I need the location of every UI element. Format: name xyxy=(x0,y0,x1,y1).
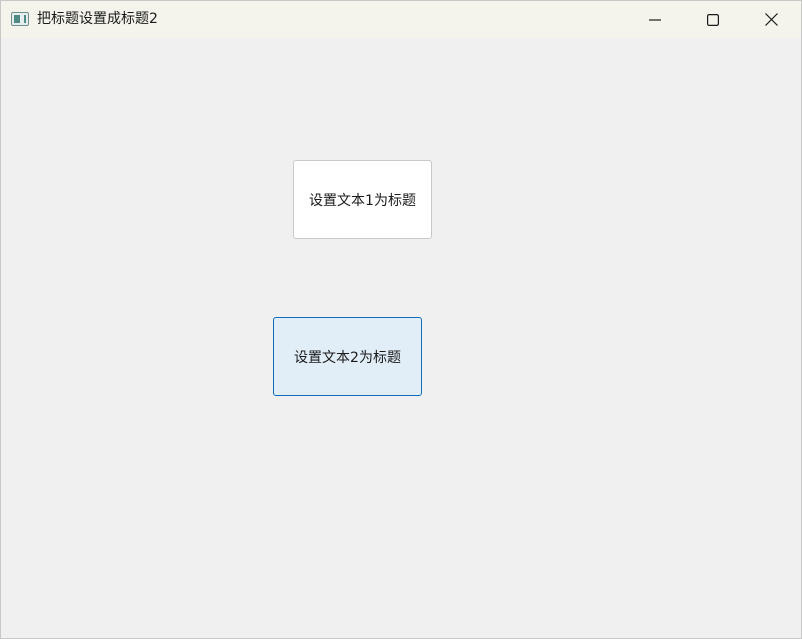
close-icon xyxy=(764,13,778,26)
app-window: 把标题设置成标题2 设置文本1为标题 设置文本2为标题 xyxy=(0,0,802,639)
maximize-button[interactable] xyxy=(684,1,742,38)
set-text1-title-button[interactable]: 设置文本1为标题 xyxy=(293,160,432,239)
title-bar[interactable]: 把标题设置成标题2 xyxy=(1,1,801,38)
maximize-icon xyxy=(707,13,719,26)
close-button[interactable] xyxy=(742,1,800,38)
app-icon xyxy=(11,12,29,26)
window-title: 把标题设置成标题2 xyxy=(37,11,158,27)
minimize-icon xyxy=(649,18,661,21)
minimize-button[interactable] xyxy=(626,1,684,38)
set-text2-title-button[interactable]: 设置文本2为标题 xyxy=(273,317,422,396)
